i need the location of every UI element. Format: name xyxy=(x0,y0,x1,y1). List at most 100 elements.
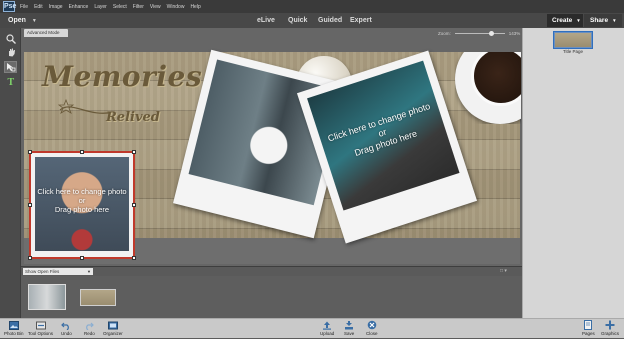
menu-filter[interactable]: Filter xyxy=(133,4,144,10)
redo-icon xyxy=(84,320,95,330)
resize-handle[interactable] xyxy=(80,256,84,260)
photo-prompt-line-3: Drag photo here xyxy=(54,205,110,214)
coffee-cup-decoration xyxy=(455,52,521,124)
magnifier-icon xyxy=(5,34,16,44)
redo-button[interactable]: Redo xyxy=(84,319,95,339)
create-button[interactable]: Create ▼ xyxy=(547,14,583,27)
hand-tool[interactable] xyxy=(4,46,17,58)
selected-photo-frame[interactable]: Click here to change photo or Drag photo… xyxy=(28,150,136,260)
menu-help[interactable]: Help xyxy=(190,4,200,10)
bin-options-icon[interactable]: □ ▾ xyxy=(500,268,507,274)
bin-source-value: Show Open Files xyxy=(25,269,60,274)
resize-handle[interactable] xyxy=(132,203,136,207)
menu-select[interactable]: Select xyxy=(113,4,127,10)
tab-guided[interactable]: Guided xyxy=(318,13,342,28)
menu-window[interactable]: Window xyxy=(167,4,185,10)
zoom-tool[interactable] xyxy=(4,33,17,45)
placeholder-photo[interactable]: Click here to change photo or Drag photo… xyxy=(307,60,460,211)
undo-icon xyxy=(61,320,71,330)
graphics-button[interactable]: Graphics xyxy=(601,319,619,339)
canvas-title[interactable]: Memories xyxy=(42,60,202,93)
resize-handle[interactable] xyxy=(132,150,136,154)
organizer-label: Organizer xyxy=(103,331,123,336)
hand-icon xyxy=(8,48,15,57)
document-tab[interactable]: Advanced Mode xyxy=(24,29,68,37)
photo-bin-button[interactable]: Photo Bin xyxy=(4,319,24,339)
undo-label: Undo xyxy=(61,331,72,336)
menu-layer[interactable]: Layer xyxy=(94,4,107,10)
plus-icon xyxy=(605,320,615,330)
save-label: Save xyxy=(344,331,355,336)
close-icon xyxy=(367,320,377,330)
canvas-subtitle[interactable]: Relived xyxy=(106,110,160,125)
type-tool[interactable]: T xyxy=(4,75,17,87)
bottom-taskbar: Photo Bin Tool Options Undo Redo Organiz… xyxy=(0,318,624,338)
pages-icon xyxy=(583,320,593,330)
share-button[interactable]: Share ▼ xyxy=(584,14,622,27)
tab-quick[interactable]: Quick xyxy=(288,13,307,28)
resize-handle[interactable] xyxy=(28,203,32,207)
zoom-value: 143% xyxy=(508,31,521,36)
chevron-down-icon: ▼ xyxy=(612,18,617,23)
photo-prompt: Click here to change photo or Drag photo… xyxy=(319,99,445,168)
open-button[interactable]: Open ▼ xyxy=(8,15,44,26)
move-icon xyxy=(6,63,15,72)
menu-enhance[interactable]: Enhance xyxy=(69,4,89,10)
menu-bar: Pse File Edit Image Enhance Layer Select… xyxy=(0,0,624,13)
photo-bin-label: Photo Bin xyxy=(4,331,24,336)
bin-header xyxy=(21,266,522,276)
tools-panel: T xyxy=(0,28,21,318)
organizer-icon xyxy=(107,320,118,330)
resize-handle[interactable] xyxy=(132,256,136,260)
pages-label: Pages xyxy=(582,331,595,336)
text-icon: T xyxy=(7,77,14,86)
close-label: Close xyxy=(366,331,378,336)
boy-photo[interactable]: Click here to change photo or Drag photo… xyxy=(35,157,129,251)
upload-button[interactable]: Upload xyxy=(320,319,334,339)
pages-panel xyxy=(522,28,624,318)
zoom-slider-knob[interactable] xyxy=(488,31,494,36)
close-button[interactable]: Close xyxy=(366,319,378,339)
resize-handle[interactable] xyxy=(80,150,84,154)
zoom-slider[interactable] xyxy=(454,31,505,36)
save-icon xyxy=(344,320,354,330)
undo-button[interactable]: Undo xyxy=(61,319,72,339)
upload-icon xyxy=(322,320,332,330)
upload-label: Upload xyxy=(320,331,335,336)
redo-label: Redo xyxy=(84,331,95,336)
menu-edit[interactable]: Edit xyxy=(34,4,43,10)
zoom-label: Zoom: xyxy=(438,31,451,36)
open-label: Open xyxy=(8,17,26,24)
chevron-down-icon: ▼ xyxy=(87,269,91,274)
tool-options-button[interactable]: Tool Options xyxy=(28,319,53,339)
mode-tabs: eLive Quick Guided Expert xyxy=(0,13,624,28)
tab-elive[interactable]: eLive xyxy=(257,13,275,28)
tool-options-label: Tool Options xyxy=(28,331,54,336)
menu-image[interactable]: Image xyxy=(49,4,63,10)
mode-bar: Open ▼ eLive Quick Guided Expert Create ▼ … xyxy=(0,13,624,28)
organizer-button[interactable]: Organizer xyxy=(103,319,123,339)
photo-prompt-line-1: Click here to change photo xyxy=(37,187,127,196)
chevron-down-icon: ▼ xyxy=(576,18,581,23)
bin-thumbnail[interactable] xyxy=(28,284,66,310)
photo-prompt-line-2: or xyxy=(78,196,86,205)
menu-view[interactable]: View xyxy=(150,4,161,10)
resize-handle[interactable] xyxy=(28,150,32,154)
bin-thumbnail[interactable] xyxy=(80,289,116,306)
move-tool[interactable] xyxy=(4,61,17,73)
page-thumbnail[interactable] xyxy=(553,31,593,49)
resize-handle[interactable] xyxy=(28,256,32,260)
pages-button[interactable]: Pages xyxy=(582,319,595,339)
graphics-label: Graphics xyxy=(601,331,620,336)
tab-expert[interactable]: Expert xyxy=(350,13,372,28)
share-label: Share xyxy=(590,17,609,24)
bin-source-select[interactable]: Show Open Files ▼ xyxy=(23,268,93,275)
page-label: Title Page xyxy=(562,49,584,54)
zoom-control: Zoom: 143% xyxy=(438,30,520,37)
chevron-down-icon: ▼ xyxy=(31,18,37,24)
photo-prompt: Click here to change photo or Drag photo… xyxy=(35,187,129,214)
create-label: Create xyxy=(552,17,573,24)
menu-file[interactable]: File xyxy=(20,4,28,10)
svg-text:T: T xyxy=(7,77,14,86)
save-button[interactable]: Save xyxy=(344,319,354,339)
